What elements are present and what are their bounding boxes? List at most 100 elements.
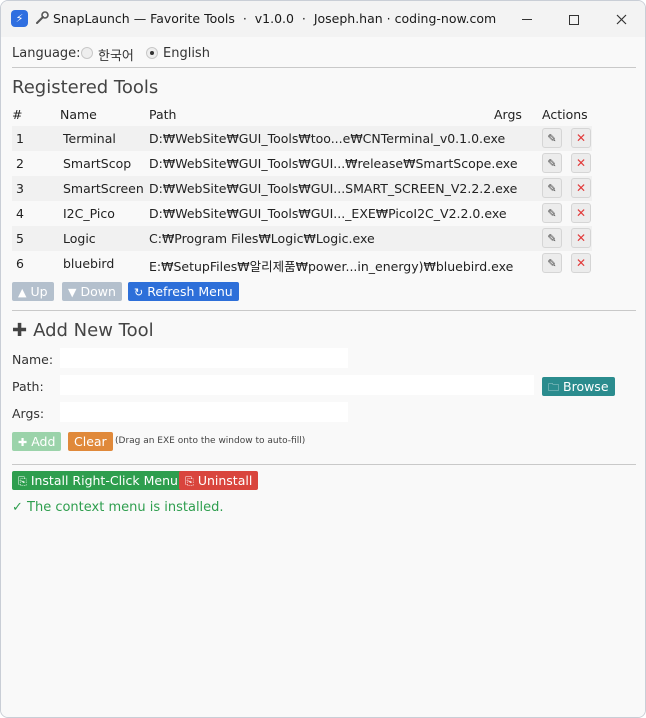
delete-button[interactable]: ✕ [571, 128, 591, 148]
uninstall-button[interactable]: ⎘ Uninstall [179, 471, 259, 490]
minimize-icon [522, 19, 532, 20]
maximize-button[interactable] [551, 1, 597, 37]
row-path: D:₩WebSite₩GUI_Tools₩GUI...SMART_SCREEN_… [149, 181, 518, 196]
title-bar[interactable]: ⚡ SnapLaunch — Favorite Tools · v1.0.0 ·… [1, 1, 645, 37]
add-tool-title-text: Add New Tool [33, 320, 154, 341]
move-up-button[interactable]: ▲ Up [12, 282, 54, 301]
browse-label: Browse [563, 379, 609, 394]
row-num: 2 [16, 156, 24, 171]
move-down-button[interactable]: ▼ Down [62, 282, 122, 301]
add-tool-title: ✚ Add New Tool [12, 320, 154, 341]
column-header-name: Name [60, 107, 97, 122]
status-message: ✓ The context menu is installed. [12, 500, 224, 515]
pencil-icon: ✎ [547, 182, 557, 195]
close-button[interactable] [598, 1, 644, 37]
browse-button[interactable]: 🗀 Browse [542, 377, 615, 396]
name-input[interactable] [60, 348, 348, 368]
registered-tools-title: Registered Tools [12, 77, 159, 98]
pencil-icon: ✎ [547, 257, 557, 270]
edit-button[interactable]: ✎ [542, 203, 562, 223]
row-name: Logic [63, 231, 96, 246]
uninstall-label: Uninstall [197, 473, 253, 488]
add-button[interactable]: ✚ Add [12, 432, 62, 451]
row-name: bluebird [63, 256, 115, 271]
install-context-menu-button[interactable]: ⎘ Install Right-Click Menu [12, 471, 184, 490]
row-name: Terminal [63, 131, 116, 146]
row-name: SmartScop [63, 156, 132, 171]
table-row[interactable]: 4 I2C_Pico D:₩WebSite₩GUI_Tools₩GUI..._E… [12, 201, 592, 226]
delete-button[interactable]: ✕ [571, 253, 591, 273]
pencil-icon: ✎ [547, 157, 557, 170]
refresh-menu-label: Refresh Menu [147, 284, 233, 299]
radio-korean-label[interactable]: 한국어 [98, 45, 134, 64]
row-num: 1 [16, 131, 24, 146]
radio-english-label[interactable]: English [163, 46, 210, 61]
edit-button[interactable]: ✎ [542, 228, 562, 248]
row-path: E:₩SetupFiles₩알리제품₩power...in_energy)₩bl… [149, 259, 514, 274]
column-header-args: Args [494, 107, 522, 122]
pencil-icon: ✎ [547, 207, 557, 220]
divider [12, 67, 636, 68]
pencil-icon: ✎ [547, 132, 557, 145]
radio-english[interactable] [146, 47, 158, 59]
divider [12, 310, 636, 311]
table-row[interactable]: 6 bluebird E:₩SetupFiles₩알리제품₩power...in… [12, 251, 592, 276]
install-icon: ⎘ [18, 475, 27, 488]
clear-button[interactable]: Clear [68, 432, 113, 451]
delete-button[interactable]: ✕ [571, 203, 591, 223]
delete-icon: ✕ [575, 131, 587, 145]
pencil-icon: ✎ [547, 232, 557, 245]
edit-button[interactable]: ✎ [542, 253, 562, 273]
maximize-icon [569, 14, 579, 25]
path-label: Path: [12, 379, 44, 394]
lightning-icon: ⚡ [11, 10, 28, 27]
close-icon [616, 14, 626, 25]
column-header-path: Path [149, 107, 177, 122]
column-header-actions: Actions [542, 107, 588, 122]
row-name: I2C_Pico [63, 206, 115, 221]
row-num: 6 [16, 256, 24, 271]
add-label: Add [31, 434, 56, 449]
refresh-icon: ↻ [134, 286, 144, 299]
delete-button[interactable]: ✕ [571, 178, 591, 198]
row-num: 5 [16, 231, 24, 246]
args-label: Args: [12, 406, 45, 421]
delete-button[interactable]: ✕ [571, 153, 591, 173]
move-up-label: Up [30, 284, 48, 299]
row-num: 3 [16, 181, 24, 196]
divider [12, 464, 636, 465]
drag-hint: (Drag an EXE onto the window to auto-fil… [115, 436, 306, 446]
row-num: 4 [16, 206, 24, 221]
path-input[interactable] [60, 375, 534, 395]
folder-icon: 🗀 [548, 381, 559, 394]
table-row[interactable]: 3 SmartScreen D:₩WebSite₩GUI_Tools₩GUI..… [12, 176, 592, 201]
minimize-button[interactable] [504, 1, 550, 37]
row-path: D:₩WebSite₩GUI_Tools₩too...e₩CNTerminal_… [149, 131, 506, 146]
args-input[interactable] [60, 402, 348, 422]
wrench-icon [36, 11, 49, 24]
row-path: D:₩WebSite₩GUI_Tools₩GUI..._EXE₩PicoI2C_… [149, 206, 507, 221]
edit-button[interactable]: ✎ [542, 128, 562, 148]
window-title: SnapLaunch — Favorite Tools · v1.0.0 · J… [53, 11, 497, 26]
plus-icon: ✚ [18, 436, 28, 449]
triangle-up-icon: ▲ [18, 286, 27, 299]
row-name: SmartScreen [63, 181, 144, 196]
table-row[interactable]: 2 SmartScop D:₩WebSite₩GUI_Tools₩GUI...₩… [12, 151, 592, 176]
refresh-menu-button[interactable]: ↻ Refresh Menu [128, 282, 239, 301]
delete-icon: ✕ [575, 206, 587, 220]
install-label: Install Right-Click Menu [30, 473, 178, 488]
delete-icon: ✕ [575, 256, 587, 270]
move-down-label: Down [80, 284, 116, 299]
delete-icon: ✕ [575, 231, 587, 245]
table-row[interactable]: 5 Logic C:₩Program Files₩Logic₩Logic.exe… [12, 226, 592, 251]
table-row[interactable]: 1 Terminal D:₩WebSite₩GUI_Tools₩too...e₩… [12, 126, 592, 151]
app-window: ⚡ SnapLaunch — Favorite Tools · v1.0.0 ·… [0, 0, 646, 718]
column-header-num: # [12, 107, 23, 122]
delete-icon: ✕ [575, 181, 587, 195]
delete-button[interactable]: ✕ [571, 228, 591, 248]
radio-korean[interactable] [81, 47, 93, 59]
edit-button[interactable]: ✎ [542, 178, 562, 198]
main-content: Language: 한국어 English Registered Tools #… [1, 37, 645, 717]
edit-button[interactable]: ✎ [542, 153, 562, 173]
name-label: Name: [12, 352, 54, 367]
